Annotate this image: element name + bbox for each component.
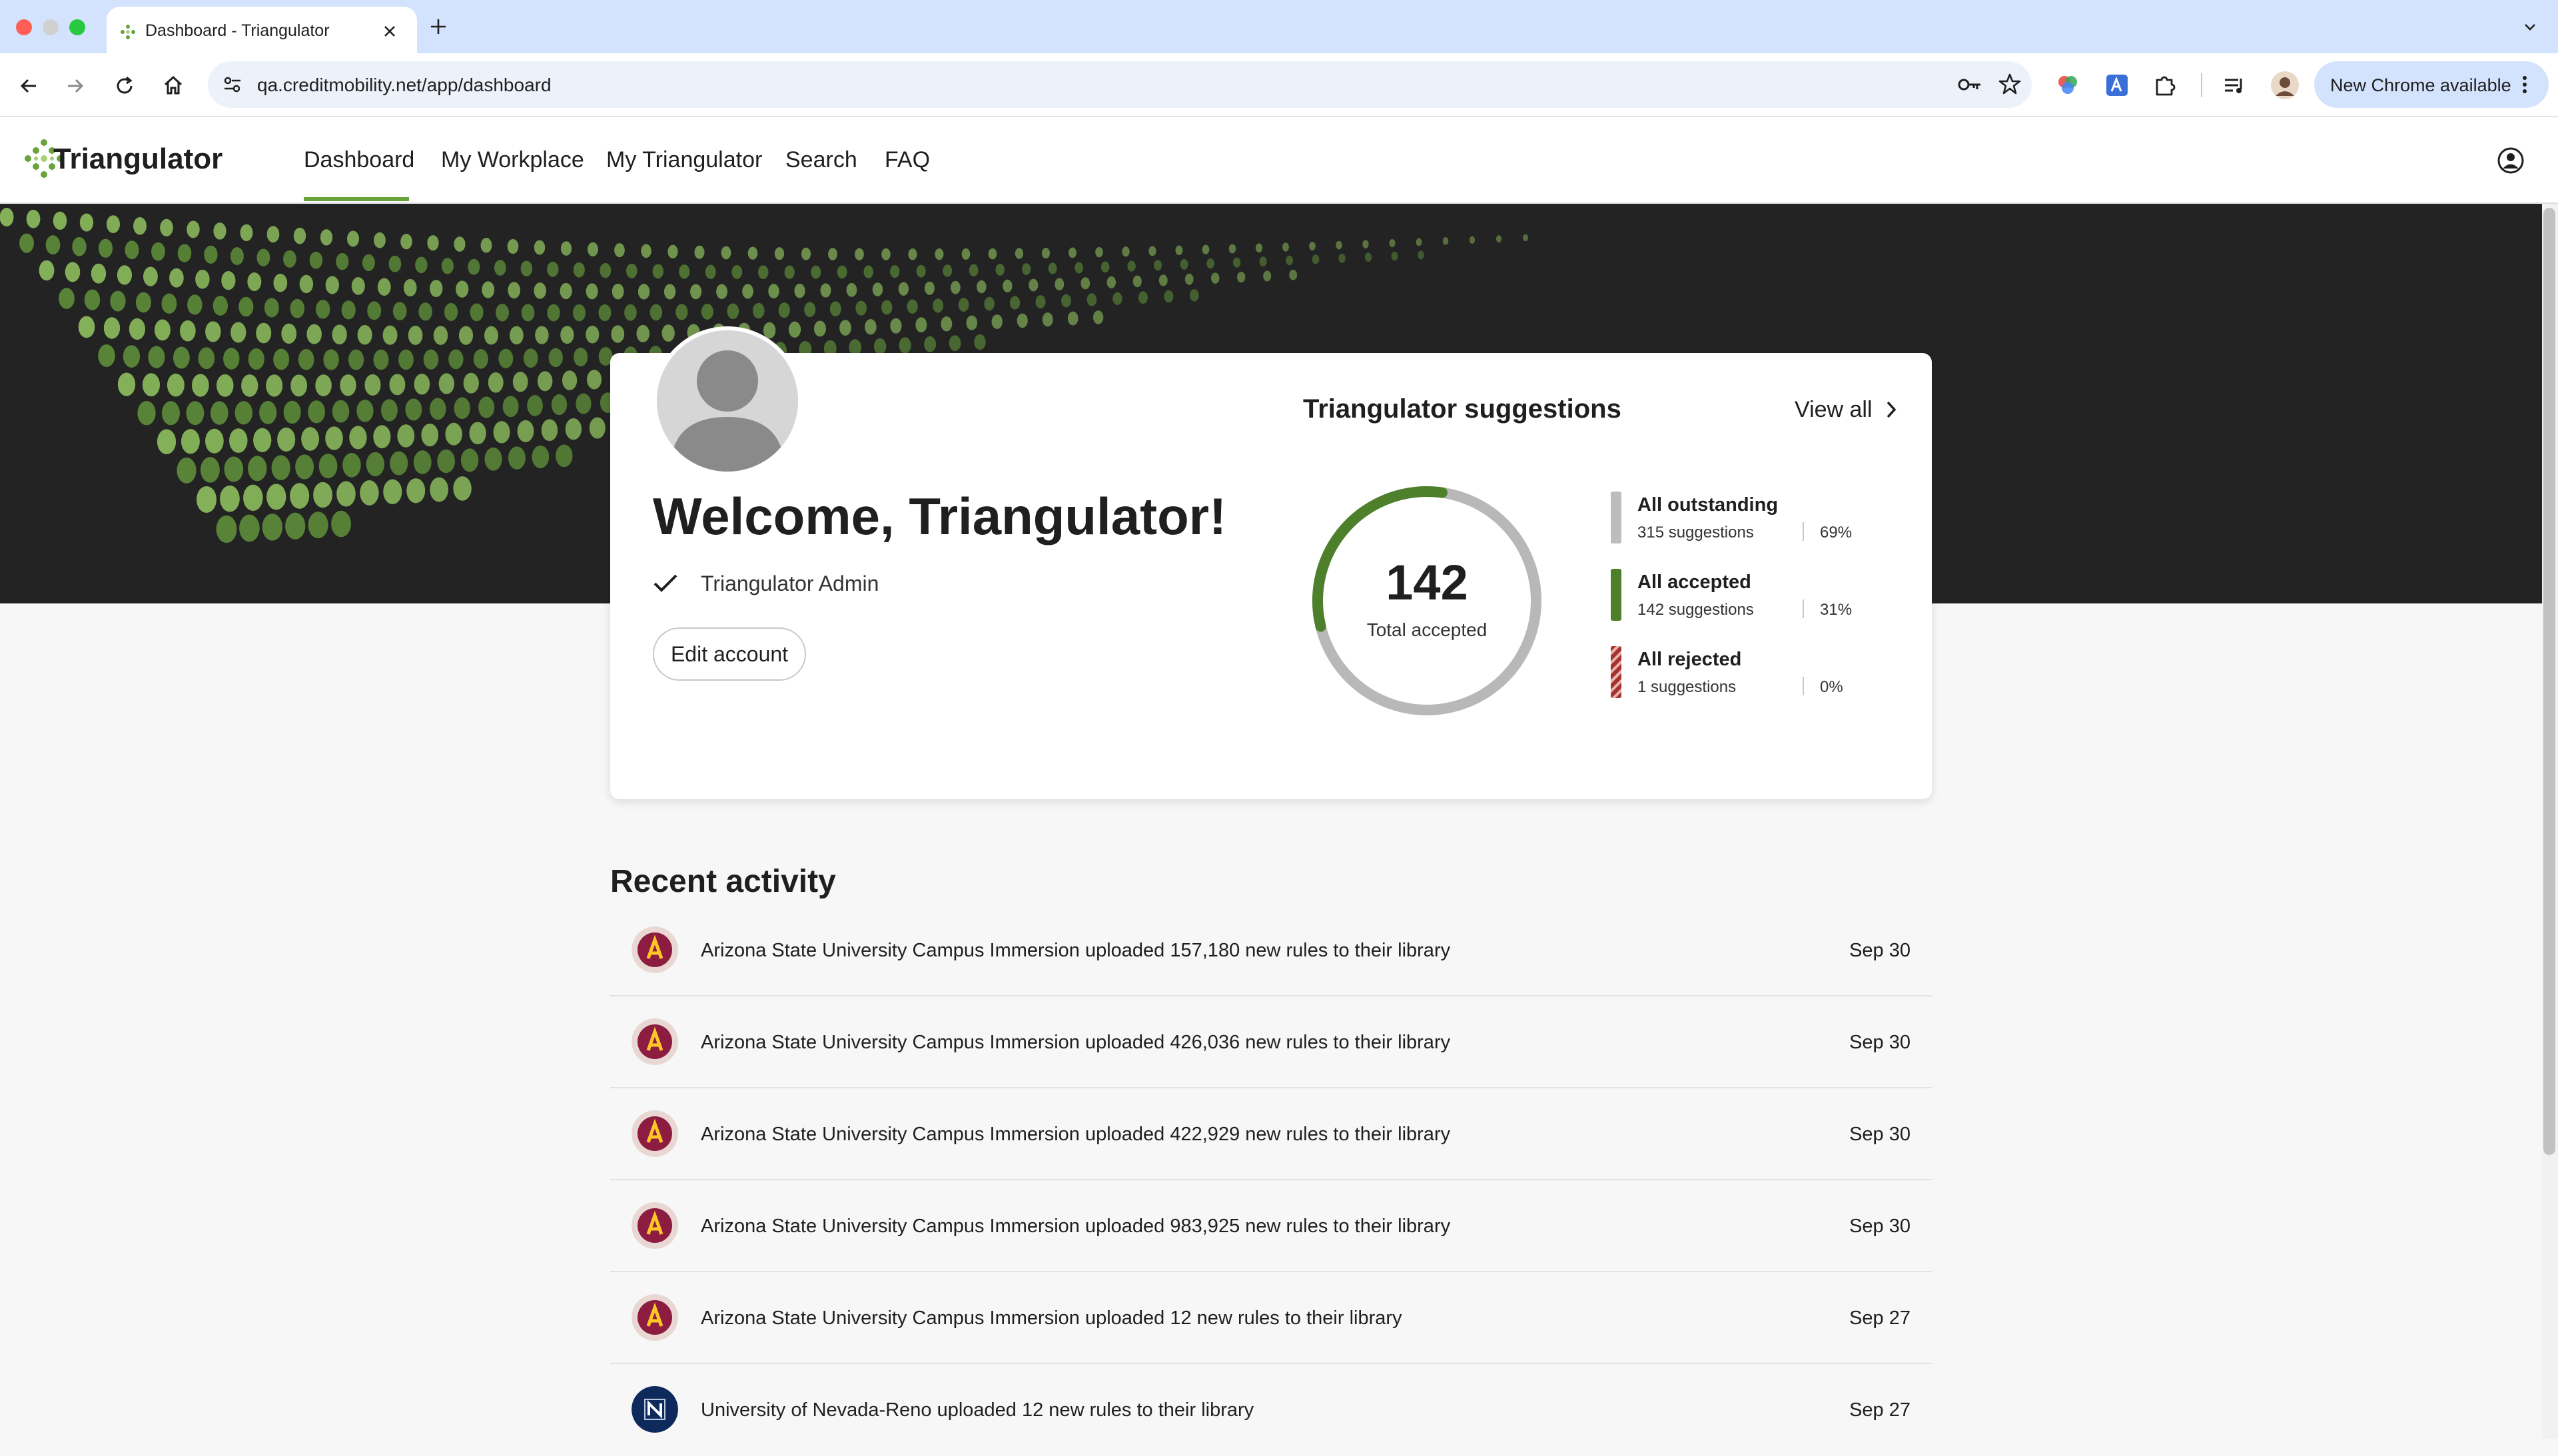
outstanding-color-bar xyxy=(1611,492,1621,544)
activity-date: Sep 27 xyxy=(1849,1399,1911,1421)
activity-row[interactable]: University of Nevada-Reno uploaded 12 ne… xyxy=(610,1364,1932,1456)
new-chrome-available-button[interactable]: New Chrome available xyxy=(2314,61,2549,108)
activity-date: Sep 30 xyxy=(1849,1032,1911,1053)
activity-text: Arizona State University Campus Immersio… xyxy=(701,940,1451,961)
tab-title: Dashboard - Triangulator xyxy=(145,21,330,40)
media-queue-icon[interactable] xyxy=(2222,73,2246,97)
legend-divider xyxy=(1803,522,1804,541)
nav-dashboard[interactable]: Dashboard xyxy=(304,147,414,173)
extensions-puzzle-icon[interactable] xyxy=(2153,73,2177,97)
profile-avatar-icon[interactable] xyxy=(2270,71,2300,100)
home-icon[interactable] xyxy=(161,73,185,97)
asu-logo-icon xyxy=(632,926,678,973)
total-accepted-label: Total accepted xyxy=(1366,619,1488,640)
active-nav-indicator xyxy=(304,197,409,201)
close-window-button[interactable] xyxy=(16,19,32,35)
maximize-window-button[interactable] xyxy=(69,19,85,35)
outstanding-count: 315 suggestions xyxy=(1637,524,1754,542)
activity-date: Sep 27 xyxy=(1849,1307,1911,1329)
close-tab-icon[interactable] xyxy=(382,24,397,39)
asu-logo-icon xyxy=(632,1294,678,1341)
legend-divider xyxy=(1803,677,1804,695)
legend-divider xyxy=(1803,599,1804,618)
rejected-color-bar xyxy=(1611,646,1621,698)
activity-row[interactable]: Arizona State University Campus Immersio… xyxy=(610,905,1932,996)
url-text: qa.creditmobility.net/app/dashboard xyxy=(257,75,552,95)
asu-logo-icon xyxy=(632,1110,678,1157)
back-arrow-icon[interactable] xyxy=(17,75,40,97)
accepted-count: 142 suggestions xyxy=(1637,601,1754,619)
rejected-count: 1 suggestions xyxy=(1637,678,1737,696)
nav-my-triangulator[interactable]: My Triangulator xyxy=(606,147,762,173)
activity-date: Sep 30 xyxy=(1849,1124,1911,1145)
edit-account-button[interactable]: Edit account xyxy=(653,627,806,681)
accepted-title: All accepted xyxy=(1637,571,1751,593)
activity-row[interactable]: Arizona State University Campus Immersio… xyxy=(610,1180,1932,1272)
bookmark-star-icon[interactable] xyxy=(1998,73,2021,95)
rejected-pct: 0% xyxy=(1820,678,1843,696)
user-avatar xyxy=(653,326,802,476)
scrollbar-thumb[interactable] xyxy=(2543,208,2555,1155)
outstanding-title: All outstanding xyxy=(1637,494,1779,516)
activity-text: Arizona State University Campus Immersio… xyxy=(701,1032,1451,1053)
activity-date: Sep 30 xyxy=(1849,940,1911,961)
color-extension-icon[interactable] xyxy=(2056,73,2080,97)
activity-row[interactable]: Arizona State University Campus Immersio… xyxy=(610,996,1932,1088)
rejected-title: All rejected xyxy=(1637,649,1742,670)
activity-text: University of Nevada-Reno uploaded 12 ne… xyxy=(701,1399,1254,1421)
accepted-pct: 31% xyxy=(1820,601,1853,619)
minimize-window-button[interactable] xyxy=(43,19,59,35)
brand-name[interactable]: Triangulator xyxy=(53,143,222,176)
activity-row[interactable]: Arizona State University Campus Immersio… xyxy=(610,1088,1932,1180)
default-user-icon xyxy=(657,330,798,472)
activity-text: Arizona State University Campus Immersio… xyxy=(701,1124,1451,1145)
asu-logo-icon xyxy=(632,1018,678,1065)
user-role: Triangulator Admin xyxy=(701,571,879,595)
account-icon[interactable] xyxy=(2497,147,2525,175)
view-all-label: View all xyxy=(1795,397,1873,422)
tab-search-chevron-icon[interactable] xyxy=(2522,19,2538,35)
activity-row[interactable]: Arizona State University Campus Immersio… xyxy=(610,1272,1932,1364)
unr-logo-icon xyxy=(632,1386,678,1433)
outstanding-pct: 69% xyxy=(1820,524,1853,542)
activity-text: Arizona State University Campus Immersio… xyxy=(701,1307,1402,1329)
check-icon xyxy=(653,574,677,592)
total-accepted-value: 142 xyxy=(1386,555,1468,610)
address-bar[interactable]: qa.creditmobility.net/app/dashboard xyxy=(208,61,2032,108)
activity-date: Sep 30 xyxy=(1849,1216,1911,1237)
chevron-right-icon xyxy=(1887,401,1897,418)
password-key-icon[interactable] xyxy=(1957,75,1982,95)
nav-my-workplace[interactable]: My Workplace xyxy=(441,147,584,173)
more-menu-icon[interactable] xyxy=(2521,75,2529,95)
view-all-link[interactable]: View all xyxy=(1795,393,1901,426)
nav-faq[interactable]: FAQ xyxy=(885,147,930,173)
translate-extension-icon[interactable] xyxy=(2105,73,2129,97)
activity-text: Arizona State University Campus Immersio… xyxy=(701,1216,1451,1237)
site-settings-icon[interactable] xyxy=(222,75,242,94)
triangulator-favicon-icon xyxy=(121,25,135,39)
forward-arrow-icon[interactable] xyxy=(64,75,87,97)
asu-logo-icon xyxy=(632,1202,678,1249)
accepted-color-bar xyxy=(1611,569,1621,621)
nav-search[interactable]: Search xyxy=(785,147,857,173)
new-tab-icon[interactable] xyxy=(429,17,448,36)
new-chrome-label: New Chrome available xyxy=(2330,75,2511,95)
browser-tab[interactable]: Dashboard - Triangulator xyxy=(107,7,417,55)
welcome-heading: Welcome, Triangulator! xyxy=(653,487,1227,546)
suggestions-title: Triangulator suggestions xyxy=(1303,394,1621,424)
toolbar-divider xyxy=(2201,73,2202,97)
recent-activity-heading: Recent activity xyxy=(610,864,836,899)
reload-icon[interactable] xyxy=(113,75,136,97)
